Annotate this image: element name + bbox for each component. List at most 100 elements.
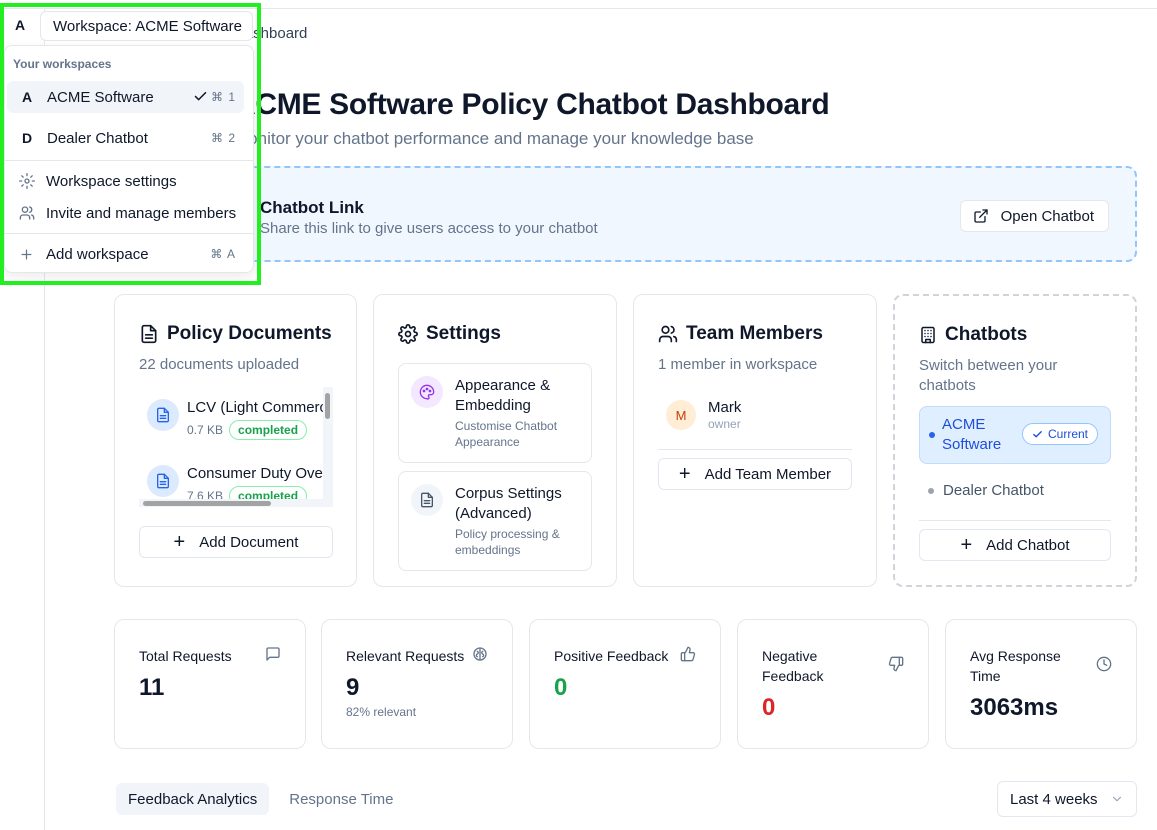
external-link-icon xyxy=(973,209,988,223)
scrollbar-thumb[interactable] xyxy=(325,393,330,419)
check-icon xyxy=(194,91,207,101)
member-item[interactable]: M Mark owner xyxy=(666,399,741,431)
check-icon xyxy=(1033,430,1042,437)
chevron-down-icon xyxy=(1112,796,1122,802)
menu-item-label: Add workspace xyxy=(46,245,149,263)
stat-value: 9 xyxy=(346,674,360,701)
stat-value: 3063ms xyxy=(970,694,1059,721)
shortcut: ⌘ 2 xyxy=(210,131,236,145)
team-members-heading: Team Members xyxy=(686,323,823,344)
chatbot-item-dealer[interactable]: Dealer Chatbot xyxy=(943,482,1044,499)
stat-label: Positive Feedback xyxy=(554,648,669,664)
divider xyxy=(919,520,1111,521)
date-range-select[interactable]: Last 4 weeks xyxy=(997,781,1137,817)
open-chatbot-button[interactable]: Open Chatbot xyxy=(959,200,1109,232)
chatbot-link-card: Chatbot Link Share this link to give use… xyxy=(114,166,1137,262)
tab-feedback-analytics[interactable]: Feedback Analytics xyxy=(116,783,270,815)
message-square-icon xyxy=(266,647,280,661)
plus-icon: + xyxy=(960,534,973,556)
invite-members-item[interactable]: Invite and manage members xyxy=(7,197,244,229)
chatbots-subtitle: Switch between your chatbots xyxy=(919,357,1058,394)
add-team-member-label: Add Team Member xyxy=(704,465,832,483)
users-icon xyxy=(19,206,34,220)
workspace-avatar[interactable]: A xyxy=(6,12,34,38)
stat-label: Avg Response Time xyxy=(970,648,1061,684)
document-size: 0.7 KB xyxy=(187,423,224,437)
analytics-tabs: Feedback Analytics Response Time xyxy=(116,783,405,815)
current-badge-label: Current xyxy=(1047,427,1088,441)
menu-divider xyxy=(5,233,253,234)
settings-heading: Settings xyxy=(426,323,501,344)
status-dot xyxy=(929,432,935,438)
policy-documents-title: Policy Documents xyxy=(139,323,332,345)
chatbots-title: Chatbots xyxy=(919,324,1027,346)
stat-value: 0 xyxy=(554,674,568,701)
vertical-scrollbar[interactable] xyxy=(323,387,333,507)
add-workspace-item[interactable]: Add workspace ⌘ A xyxy=(7,238,244,270)
gear-icon xyxy=(18,173,35,189)
stat-total-requests: Total Requests 11 xyxy=(114,619,306,749)
plus-icon: + xyxy=(173,531,186,553)
building-icon xyxy=(921,326,935,344)
add-team-member-button[interactable]: + Add Team Member xyxy=(658,458,852,490)
team-members-card: Team Members 1 member in workspace M Mar… xyxy=(633,294,877,587)
page-title: ACME Software Policy Chatbot Dashboard xyxy=(234,88,830,121)
open-chatbot-label: Open Chatbot xyxy=(1000,207,1094,225)
status-dot xyxy=(928,488,934,494)
tab-response-time[interactable]: Response Time xyxy=(277,783,405,815)
document-icon xyxy=(147,399,179,431)
horizontal-scrollbar[interactable] xyxy=(139,499,323,507)
settings-card: Settings Appearance & Embedding Customis… xyxy=(373,294,617,587)
page-subtitle: Monitor your chatbot performance and man… xyxy=(234,129,754,148)
chatbot-link-description: Share this link to give users access to … xyxy=(260,220,598,237)
current-badge: Current xyxy=(1021,423,1098,445)
add-chatbot-button[interactable]: + Add Chatbot xyxy=(919,529,1111,561)
thumbs-up-icon xyxy=(680,646,696,662)
corpus-settings-title: Corpus Settings (Advanced) xyxy=(455,485,562,522)
chatbot-name: ACME Software xyxy=(942,416,1002,453)
scrollbar-thumb[interactable] xyxy=(143,501,271,506)
policy-documents-card: Policy Documents 22 documents uploaded L… xyxy=(114,294,357,587)
gear-icon xyxy=(398,324,418,344)
file-text-icon xyxy=(141,324,157,344)
member-name: Mark xyxy=(708,399,742,416)
workspace-name: Dealer Chatbot xyxy=(47,129,148,147)
workspace-switcher-button[interactable]: Workspace: ACME Software xyxy=(40,11,253,41)
menu-item-label: Invite and manage members xyxy=(46,204,237,222)
corpus-settings-tile[interactable]: Corpus Settings (Advanced) Policy proces… xyxy=(398,471,592,571)
workspace-settings-item[interactable]: Workspace settings xyxy=(7,165,244,197)
add-chatbot-label: Add Chatbot xyxy=(986,536,1070,554)
stat-positive-feedback: Positive Feedback 0 xyxy=(529,619,721,749)
thumbs-down-icon xyxy=(888,656,904,672)
avatar: M xyxy=(666,400,696,430)
settings-title: Settings xyxy=(398,323,501,345)
workspace-initial: A xyxy=(21,89,33,105)
status-badge: completed xyxy=(229,420,308,440)
top-divider xyxy=(0,8,1157,9)
document-name: Consumer Duty Overview xyxy=(187,465,333,482)
corpus-settings-description: Policy processing & embeddings xyxy=(455,527,560,557)
chatbot-item-current[interactable]: ACME Software Current xyxy=(919,406,1111,464)
workspace-item-dealer[interactable]: D Dealer Chatbot ⌘ 2 xyxy=(7,122,244,154)
document-list[interactable]: LCV (Light Commercial Vehicle) Policy 0.… xyxy=(139,387,333,507)
stat-avg-response-time: Avg Response Time 3063ms xyxy=(945,619,1137,749)
stat-label: Total Requests xyxy=(139,648,232,664)
document-item[interactable]: LCV (Light Commercial Vehicle) Policy 0.… xyxy=(147,399,333,440)
document-icon xyxy=(147,465,179,497)
appearance-embedding-tile[interactable]: Appearance & Embedding Customise Chatbot… xyxy=(398,363,592,463)
add-document-button[interactable]: + Add Document xyxy=(139,526,333,558)
add-document-label: Add Document xyxy=(199,533,299,551)
workspace-item-acme[interactable]: A ACME Software ⌘ 1 xyxy=(7,81,244,113)
team-members-title: Team Members xyxy=(658,323,823,345)
stat-note: 82% relevant xyxy=(346,705,417,719)
menu-divider xyxy=(5,160,253,161)
stat-label: Relevant Requests xyxy=(346,648,465,664)
plus-icon xyxy=(21,249,32,259)
policy-documents-heading: Policy Documents xyxy=(167,323,332,344)
users-icon xyxy=(658,325,678,343)
brain-icon xyxy=(473,647,487,661)
stat-negative-feedback: Negative Feedback 0 xyxy=(737,619,929,749)
workspace-name: ACME Software xyxy=(47,88,154,106)
stat-value: 0 xyxy=(762,694,776,721)
date-range-value: Last 4 weeks xyxy=(1010,790,1098,808)
